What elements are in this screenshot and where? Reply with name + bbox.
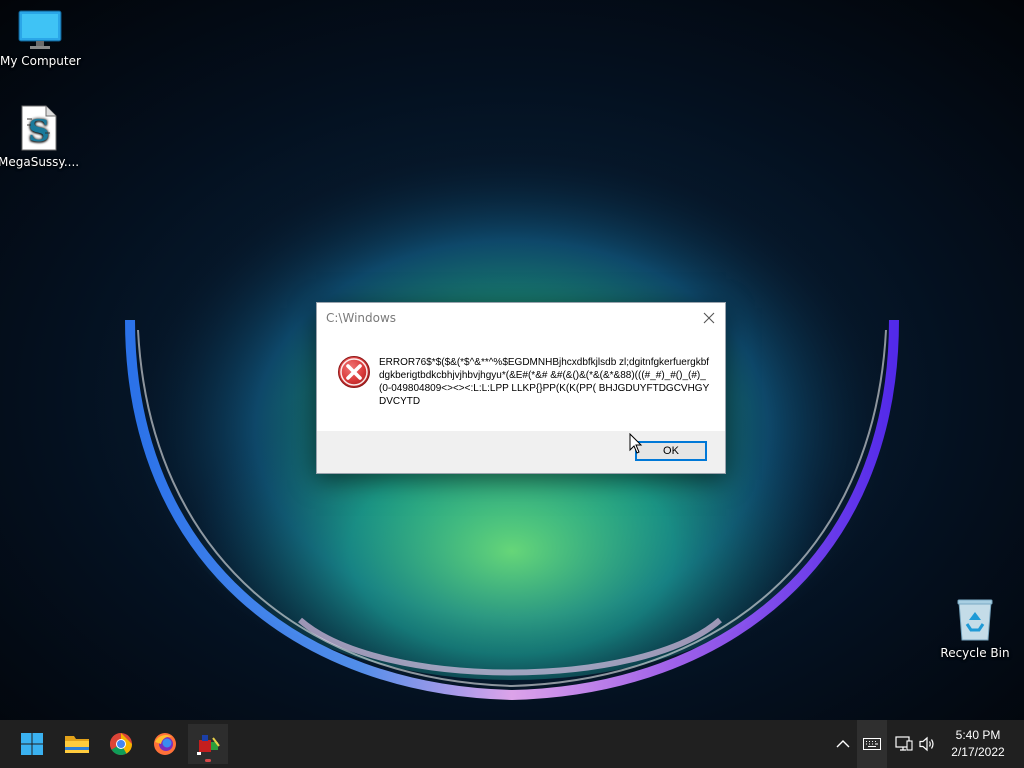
script-file-icon: S — [21, 105, 57, 151]
keyboard-icon — [863, 738, 881, 750]
error-icon — [338, 356, 370, 388]
taskbar-file-explorer[interactable] — [57, 724, 97, 764]
chevron-up-icon — [836, 740, 850, 748]
running-indicator — [205, 759, 211, 762]
clock-time: 5:40 PM — [955, 728, 1001, 742]
folder-icon — [65, 736, 89, 753]
network-icon — [895, 736, 913, 751]
computer-monitor-icon — [18, 10, 62, 49]
error-dialog: C:\Windows ERROR76$*$($&(*$^&**^%$EGDMNH… — [316, 302, 726, 474]
app-icon — [197, 735, 220, 755]
clock-date: 2/17/2022 — [951, 745, 1005, 759]
taskbar: 5:40 PM 2/17/2022 — [0, 720, 1024, 768]
desktop-icon-label: MegaSussy.... — [0, 155, 80, 169]
volume-button[interactable] — [917, 732, 939, 756]
taskbar-firefox[interactable] — [145, 724, 185, 764]
mouse-cursor-icon — [629, 433, 643, 454]
desktop-icon-recycle-bin[interactable]: Recycle Bin — [935, 598, 1015, 660]
error-message: ERROR76$*$($&(*$^&**^%$EGDMNHBjhcxdbfkjl… — [379, 357, 710, 407]
windows-start-icon — [21, 733, 43, 755]
show-hidden-icons-button[interactable] — [833, 732, 853, 756]
chrome-icon — [110, 733, 132, 755]
recycle-bin-icon — [957, 599, 993, 641]
dialog-titlebar[interactable]: C:\Windows — [317, 303, 725, 333]
close-icon — [703, 312, 715, 324]
clock-button[interactable]: 5:40 PM 2/17/2022 — [944, 727, 1012, 761]
desktop-icon-label: Recycle Bin — [940, 646, 1010, 660]
desktop-icon-label: My Computer — [0, 54, 81, 68]
volume-icon — [919, 736, 934, 752]
taskbar-running-app[interactable] — [188, 724, 228, 764]
close-button[interactable] — [697, 306, 721, 330]
taskbar-chrome[interactable] — [101, 724, 141, 764]
ok-button[interactable]: OK — [635, 441, 707, 461]
dialog-footer: OK — [317, 431, 725, 473]
touch-keyboard-button[interactable] — [857, 720, 887, 768]
network-button[interactable] — [893, 732, 915, 756]
start-button[interactable] — [12, 724, 52, 764]
desktop-icon-megasussy[interactable]: S MegaSussy.... — [0, 105, 80, 169]
desktop-icon-my-computer[interactable]: My Computer — [0, 10, 81, 68]
dialog-title: C:\Windows — [326, 311, 397, 325]
firefox-icon — [154, 733, 176, 755]
dialog-body: ERROR76$*$($&(*$^&**^%$EGDMNHBjhcxdbfkjl… — [317, 333, 725, 431]
